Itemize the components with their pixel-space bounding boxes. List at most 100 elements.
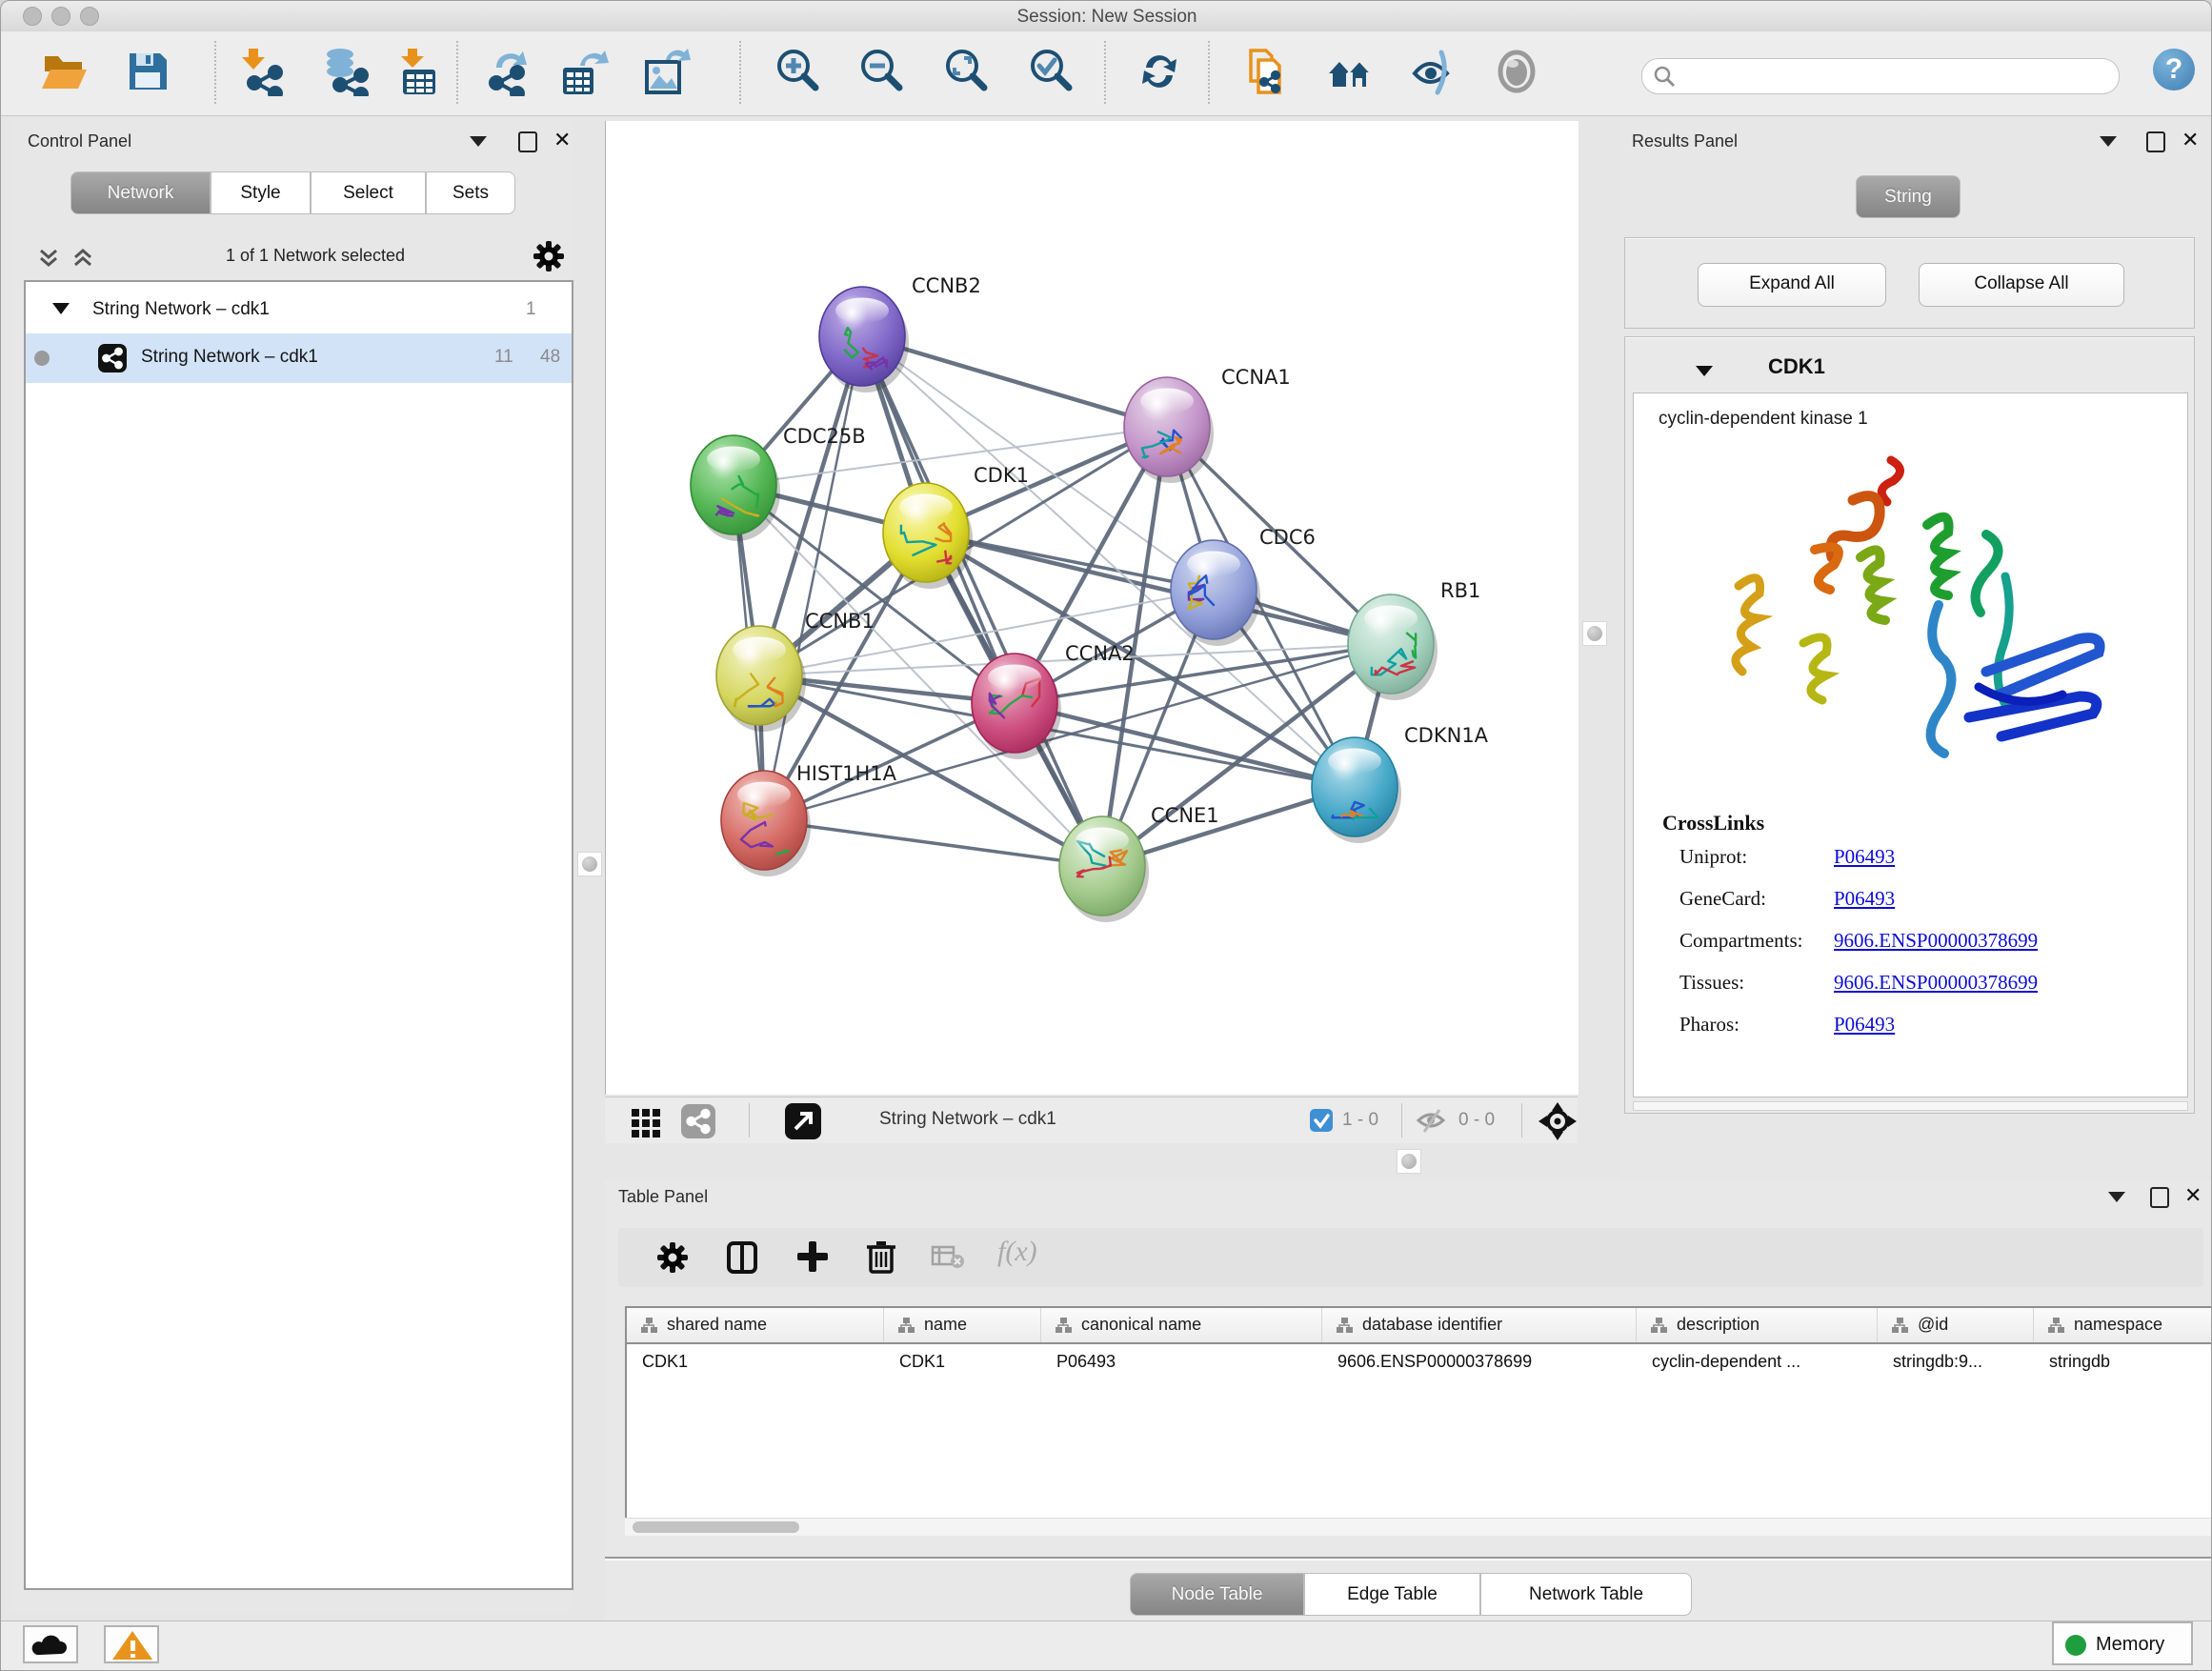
export-image-icon[interactable] — [641, 47, 691, 96]
show-hide-graphics-icon[interactable] — [1407, 47, 1457, 96]
zoom-in-icon[interactable] — [773, 47, 822, 96]
collapse-all-button[interactable]: Collapse All — [1919, 263, 2124, 307]
presentation-mode-icon[interactable] — [1493, 47, 1542, 96]
crosslink-value-link[interactable]: P06493 — [1834, 845, 1895, 869]
zoom-out-icon[interactable] — [856, 47, 906, 96]
table-hscrollbar-thumb[interactable] — [633, 1521, 799, 1533]
delete-columns-icon[interactable] — [864, 1238, 898, 1280]
cloud-status-button[interactable] — [23, 1625, 78, 1663]
tab-string[interactable]: String — [1856, 175, 1961, 218]
network-node-cdk1[interactable] — [883, 483, 969, 582]
table-panel-collapse-icon[interactable] — [2108, 1192, 2125, 1202]
table-row[interactable]: CDK1CDK1P064939606.ENSP00000378699cyclin… — [627, 1344, 2212, 1382]
crosslink-value-link[interactable]: 9606.ENSP00000378699 — [1834, 929, 2038, 953]
crosslink-value-link[interactable]: P06493 — [1834, 1013, 1895, 1037]
table-column-header[interactable]: shared name — [627, 1308, 884, 1342]
import-network-from-database-icon[interactable] — [321, 47, 371, 96]
network-node-hist1h1a[interactable] — [721, 771, 807, 870]
network-node-ccnb2[interactable] — [819, 287, 905, 386]
show-columns-icon[interactable] — [725, 1240, 759, 1279]
network-node-rb1[interactable] — [1348, 594, 1434, 694]
center-view-crosshair-icon[interactable] — [1538, 1102, 1577, 1145]
tab-node-table[interactable]: Node Table — [1130, 1573, 1304, 1616]
network-node-cdkn1a[interactable] — [1312, 737, 1398, 836]
table-panel-float-icon[interactable] — [2150, 1187, 2169, 1208]
function-builder-icon[interactable]: f(x) — [997, 1236, 1037, 1268]
network-badge-toggle-icon[interactable] — [681, 1104, 715, 1138]
open-session-icon[interactable] — [39, 47, 89, 96]
export-network-icon[interactable] — [485, 47, 534, 96]
table-cell[interactable]: CDK1 — [627, 1344, 884, 1382]
results-panel-close-icon[interactable]: ✕ — [2182, 131, 2199, 149]
network-node-ccna2[interactable] — [972, 654, 1057, 753]
table-column-header[interactable]: database identifier — [1322, 1308, 1637, 1342]
table-cell[interactable]: CDK1 — [884, 1344, 1041, 1382]
control-panel-close-icon[interactable]: ✕ — [553, 131, 571, 149]
network-node-cdc6[interactable] — [1171, 540, 1257, 639]
table-cell[interactable]: P06493 — [1041, 1344, 1322, 1382]
tab-sets[interactable]: Sets — [426, 171, 515, 214]
network-row-selected[interactable]: String Network – cdk1 11 48 — [26, 333, 572, 383]
table-options-gear-icon[interactable] — [656, 1241, 689, 1278]
warnings-button[interactable] — [104, 1625, 159, 1663]
network-edge[interactable] — [764, 336, 862, 820]
network-canvas[interactable]: CCNB2CCNA1CDC25BCDK1CDC6RB1CCNB1CCNA2CDK… — [605, 121, 1579, 1095]
table-column-header[interactable]: @id — [1878, 1308, 2034, 1342]
search-input[interactable] — [1641, 58, 2120, 94]
network-edge[interactable] — [764, 820, 1102, 866]
import-network-from-file-icon[interactable] — [241, 47, 291, 96]
table-column-header[interactable]: name — [884, 1308, 1041, 1342]
selected-count-checkbox-icon[interactable] — [1310, 1109, 1333, 1132]
table-cell[interactable]: stringdb:9... — [1878, 1344, 2034, 1382]
table-hscrollbar[interactable] — [625, 1518, 2212, 1536]
control-panel-collapse-icon[interactable] — [470, 136, 487, 147]
save-session-icon[interactable] — [123, 47, 172, 96]
network-node-ccnb1[interactable] — [716, 626, 802, 725]
results-panel-float-icon[interactable] — [2146, 131, 2165, 152]
network-node-ccna1[interactable] — [1124, 377, 1210, 476]
memory-button[interactable]: Memory — [2052, 1621, 2193, 1665]
table-column-header[interactable]: namespace — [2034, 1308, 2212, 1342]
create-column-icon[interactable] — [795, 1239, 830, 1278]
network-collection-row[interactable]: String Network – cdk1 1 — [26, 288, 572, 333]
bottom-splitter-handle[interactable] — [1397, 1149, 1421, 1174]
import-table-from-file-icon[interactable] — [395, 47, 445, 96]
fit-content-icon[interactable] — [941, 47, 991, 96]
network-node-cdc25b[interactable] — [691, 435, 776, 534]
grid-view-icon[interactable] — [630, 1105, 662, 1142]
collapse-all-networks-icon[interactable] — [35, 243, 64, 276]
tab-edge-table[interactable]: Edge Table — [1304, 1573, 1480, 1616]
first-neighbors-icon[interactable] — [1325, 47, 1375, 96]
control-panel-float-icon[interactable] — [518, 131, 537, 152]
tab-style[interactable]: Style — [211, 171, 311, 214]
right-splitter-handle[interactable] — [1582, 621, 1607, 646]
help-icon[interactable]: ? — [2153, 49, 2195, 91]
gene-section-expander-icon[interactable] — [1696, 366, 1713, 376]
crosslink-value-link[interactable]: P06493 — [1834, 887, 1895, 911]
network-options-gear-icon[interactable] — [533, 240, 565, 277]
tab-select[interactable]: Select — [311, 171, 426, 214]
expand-all-button[interactable]: Expand All — [1698, 263, 1886, 307]
table-panel-close-icon[interactable]: ✕ — [2184, 1187, 2202, 1204]
zoom-selected-icon[interactable] — [1026, 47, 1076, 96]
table-cell[interactable]: 9606.ENSP00000378699 — [1322, 1344, 1637, 1382]
tree-expander-icon[interactable] — [52, 303, 70, 314]
network-edge[interactable] — [862, 336, 1102, 866]
birds-eye-view-icon[interactable] — [785, 1103, 821, 1139]
export-table-icon[interactable] — [559, 47, 609, 96]
table-cell[interactable]: stringdb — [2034, 1344, 2212, 1382]
network-node-ccne1[interactable] — [1059, 816, 1145, 916]
table-column-header[interactable]: description — [1637, 1308, 1878, 1342]
tab-network-table[interactable]: Network Table — [1480, 1573, 1692, 1616]
results-scrollbar[interactable] — [1633, 1101, 2188, 1111]
table-column-header[interactable]: canonical name — [1041, 1308, 1322, 1342]
delete-table-icon[interactable] — [931, 1245, 965, 1275]
expand-all-networks-icon[interactable] — [70, 243, 98, 276]
results-panel-collapse-icon[interactable] — [2100, 136, 2117, 147]
crosslink-value-link[interactable]: 9606.ENSP00000378699 — [1834, 971, 2038, 995]
table-cell[interactable]: cyclin-dependent ... — [1637, 1344, 1878, 1382]
left-splitter-handle[interactable] — [577, 852, 602, 876]
network-from-clipboard-icon[interactable] — [1243, 47, 1293, 96]
tab-network[interactable]: Network — [70, 171, 211, 214]
refresh-icon[interactable] — [1135, 47, 1184, 96]
